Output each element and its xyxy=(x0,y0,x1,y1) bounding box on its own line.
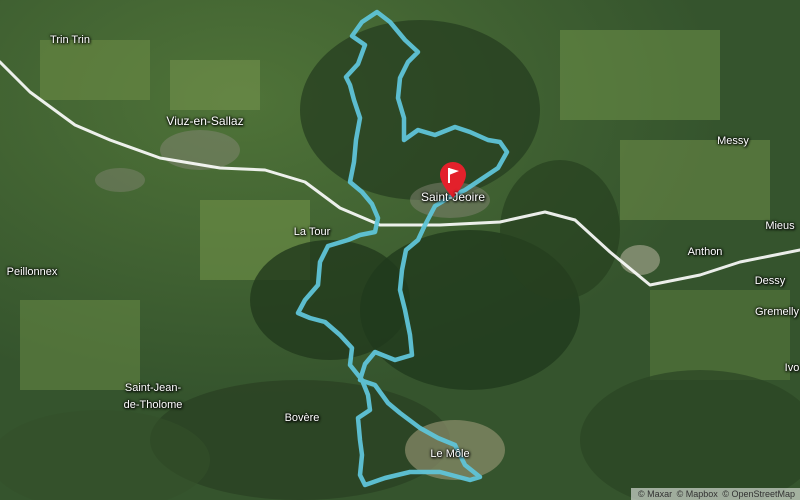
place-label-messy: Messy xyxy=(717,135,749,147)
satellite-imagery xyxy=(0,0,800,500)
place-label-dessy: Dessy xyxy=(754,275,786,287)
place-label-saint-jean-1: Saint-Jean- xyxy=(124,382,182,394)
place-label-trin-trin: Trin Trin xyxy=(50,34,90,46)
map-view[interactable]: Trin Trin Viuz-en-Sallaz Messy Saint-Jeoire… xyxy=(0,0,800,500)
map-attribution[interactable]: © Maxar © Mapbox © OpenStreetMap xyxy=(631,488,800,500)
place-label-bovere: Bovère xyxy=(284,412,320,424)
attribution-maxar[interactable]: © Maxar xyxy=(638,489,672,499)
place-label-mieussy: Mieus xyxy=(765,220,795,232)
place-label-saint-jean-2: de-Tholome xyxy=(123,399,183,411)
place-label-ivo: Ivo xyxy=(784,362,800,374)
place-label-viuz-en-sallaz: Viuz-en-Sallaz xyxy=(166,114,244,128)
place-label-peillonnex: Peillonnex xyxy=(6,266,58,278)
place-label-le-mole: Le Môle xyxy=(430,448,470,460)
place-label-saint-jeoire: Saint-Jeoire xyxy=(420,190,486,204)
attribution-osm[interactable]: © OpenStreetMap xyxy=(722,489,795,499)
place-label-anthon: Anthon xyxy=(687,246,723,258)
place-label-gremelly: Gremelly xyxy=(754,306,800,318)
attribution-mapbox[interactable]: © Mapbox xyxy=(677,489,718,499)
place-label-la-tour: La Tour xyxy=(293,226,331,238)
